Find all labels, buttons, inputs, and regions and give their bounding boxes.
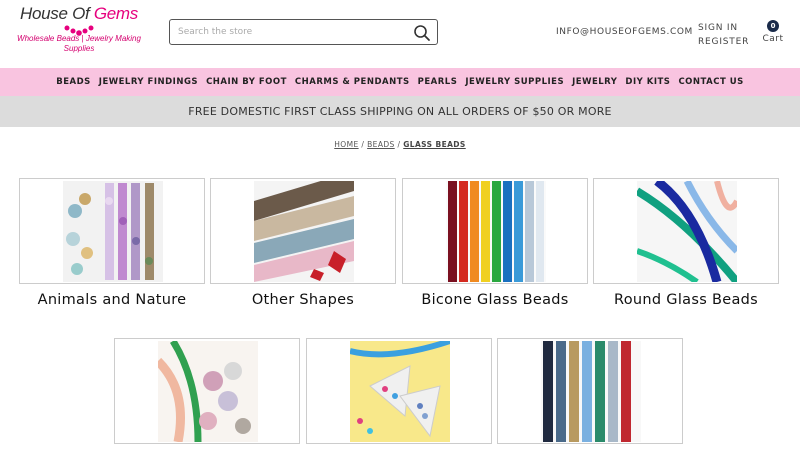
category-image[interactable] (19, 178, 205, 284)
category-card-round-glass[interactable]: Round Glass Beads (593, 178, 779, 308)
category-image[interactable] (114, 338, 300, 444)
crystal-beads-image (350, 341, 450, 442)
category-image[interactable] (306, 338, 492, 444)
category-card-cube-glass[interactable] (497, 338, 683, 450)
nav-item-jewelry[interactable]: JEWELRY (568, 77, 621, 87)
category-title[interactable]: Other Shapes (210, 292, 396, 308)
logo-title: House Of Gems (20, 4, 138, 23)
nav-item-jewelry-supplies[interactable]: JEWELRY SUPPLIES (461, 77, 568, 87)
round-beads-image (637, 181, 737, 282)
account-links: SIGN IN REGISTER (698, 21, 749, 49)
nav-item-jewelry-findings[interactable]: JEWELRY FINDINGS (95, 77, 202, 87)
category-image[interactable] (210, 178, 396, 284)
category-card-crystal-mix[interactable] (306, 338, 492, 450)
shaped-beads-image (254, 181, 354, 282)
nav-item-contact-us[interactable]: CONTACT US (674, 77, 747, 87)
animal-beads-image (63, 181, 163, 282)
site-logo[interactable]: House Of Gems Wholesale Beads | Jewelry … (14, 4, 144, 54)
nav-item-charms-pendants[interactable]: CHARMS & PENDANTS (291, 77, 414, 87)
category-card-bicone-glass[interactable]: Bicone Glass Beads (402, 178, 588, 308)
nav-item-beads[interactable]: BEADS (52, 77, 95, 87)
cube-beads-image (541, 341, 641, 442)
shipping-banner: FREE DOMESTIC FIRST CLASS SHIPPING ON AL… (0, 96, 800, 127)
cart-button[interactable]: 0 Cart (762, 20, 784, 44)
site-header: House Of Gems Wholesale Beads | Jewelry … (0, 0, 800, 68)
lampwork-beads-image (158, 341, 258, 442)
category-title[interactable]: Animals and Nature (19, 292, 205, 308)
search-input[interactable] (178, 24, 403, 40)
nav-item-chain-by-foot[interactable]: CHAIN BY FOOT (202, 77, 291, 87)
category-card-animals-nature[interactable]: Animals and Nature (19, 178, 205, 308)
cart-count-badge: 0 (767, 20, 779, 32)
category-image[interactable] (402, 178, 588, 284)
register-link[interactable]: REGISTER (698, 35, 749, 49)
contact-email-link[interactable]: INFO@HOUSEOFGEMS.COM (556, 27, 693, 37)
search-icon[interactable] (413, 24, 431, 42)
logo-tagline: Wholesale Beads | Jewelry Making Supplie… (17, 34, 141, 53)
breadcrumb-current: GLASS BEADS (403, 140, 466, 149)
breadcrumb-separator: / (397, 140, 401, 149)
sign-in-link[interactable]: SIGN IN (698, 21, 749, 35)
category-image[interactable] (497, 338, 683, 444)
nav-item-diy-kits[interactable]: DIY KITS (621, 77, 674, 87)
breadcrumb: HOME / BEADS / GLASS BEADS (0, 140, 800, 149)
cart-label: Cart (762, 34, 784, 44)
breadcrumb-beads[interactable]: BEADS (367, 140, 395, 149)
category-title[interactable]: Bicone Glass Beads (402, 292, 588, 308)
search-box (169, 19, 438, 45)
bicone-beads-image (446, 181, 546, 282)
category-title[interactable]: Round Glass Beads (593, 292, 779, 308)
breadcrumb-separator: / (361, 140, 365, 149)
nav-list: BEADS JEWELRY FINDINGS CHAIN BY FOOT CHA… (0, 68, 800, 96)
main-nav: BEADS JEWELRY FINDINGS CHAIN BY FOOT CHA… (0, 68, 800, 96)
breadcrumb-home[interactable]: HOME (334, 140, 358, 149)
nav-item-pearls[interactable]: PEARLS (414, 77, 462, 87)
category-card-other-shapes[interactable]: Other Shapes (210, 178, 396, 308)
category-image[interactable] (593, 178, 779, 284)
category-card-lampwork[interactable] (114, 338, 300, 450)
